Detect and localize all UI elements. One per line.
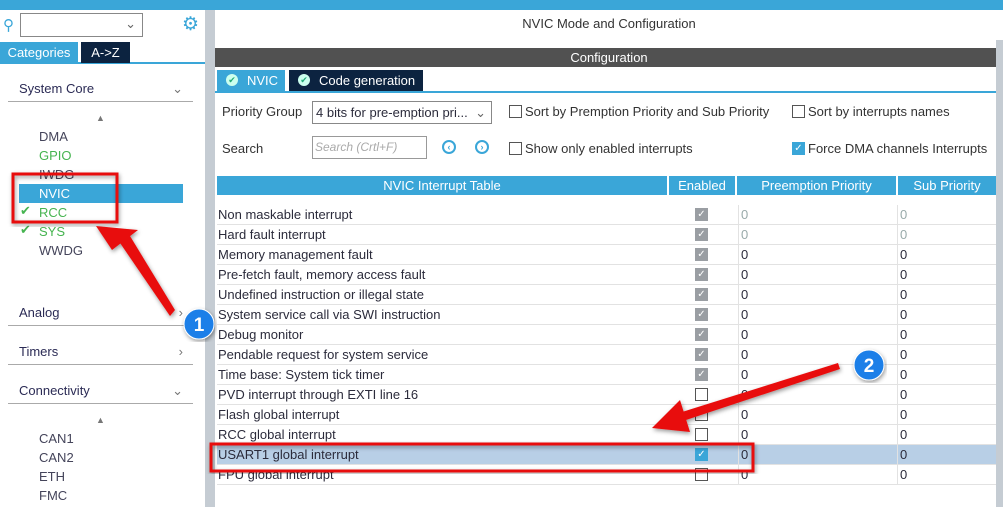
arrow-1 [96, 226, 175, 316]
highlight-box-nvic [11, 172, 119, 224]
badge-2-label: 2 [864, 356, 875, 377]
arrow-2 [652, 363, 840, 432]
annotation-overlay: 1 2 [11, 172, 885, 473]
highlight-box-usart1 [209, 442, 755, 473]
badge-1-label: 1 [194, 315, 205, 336]
